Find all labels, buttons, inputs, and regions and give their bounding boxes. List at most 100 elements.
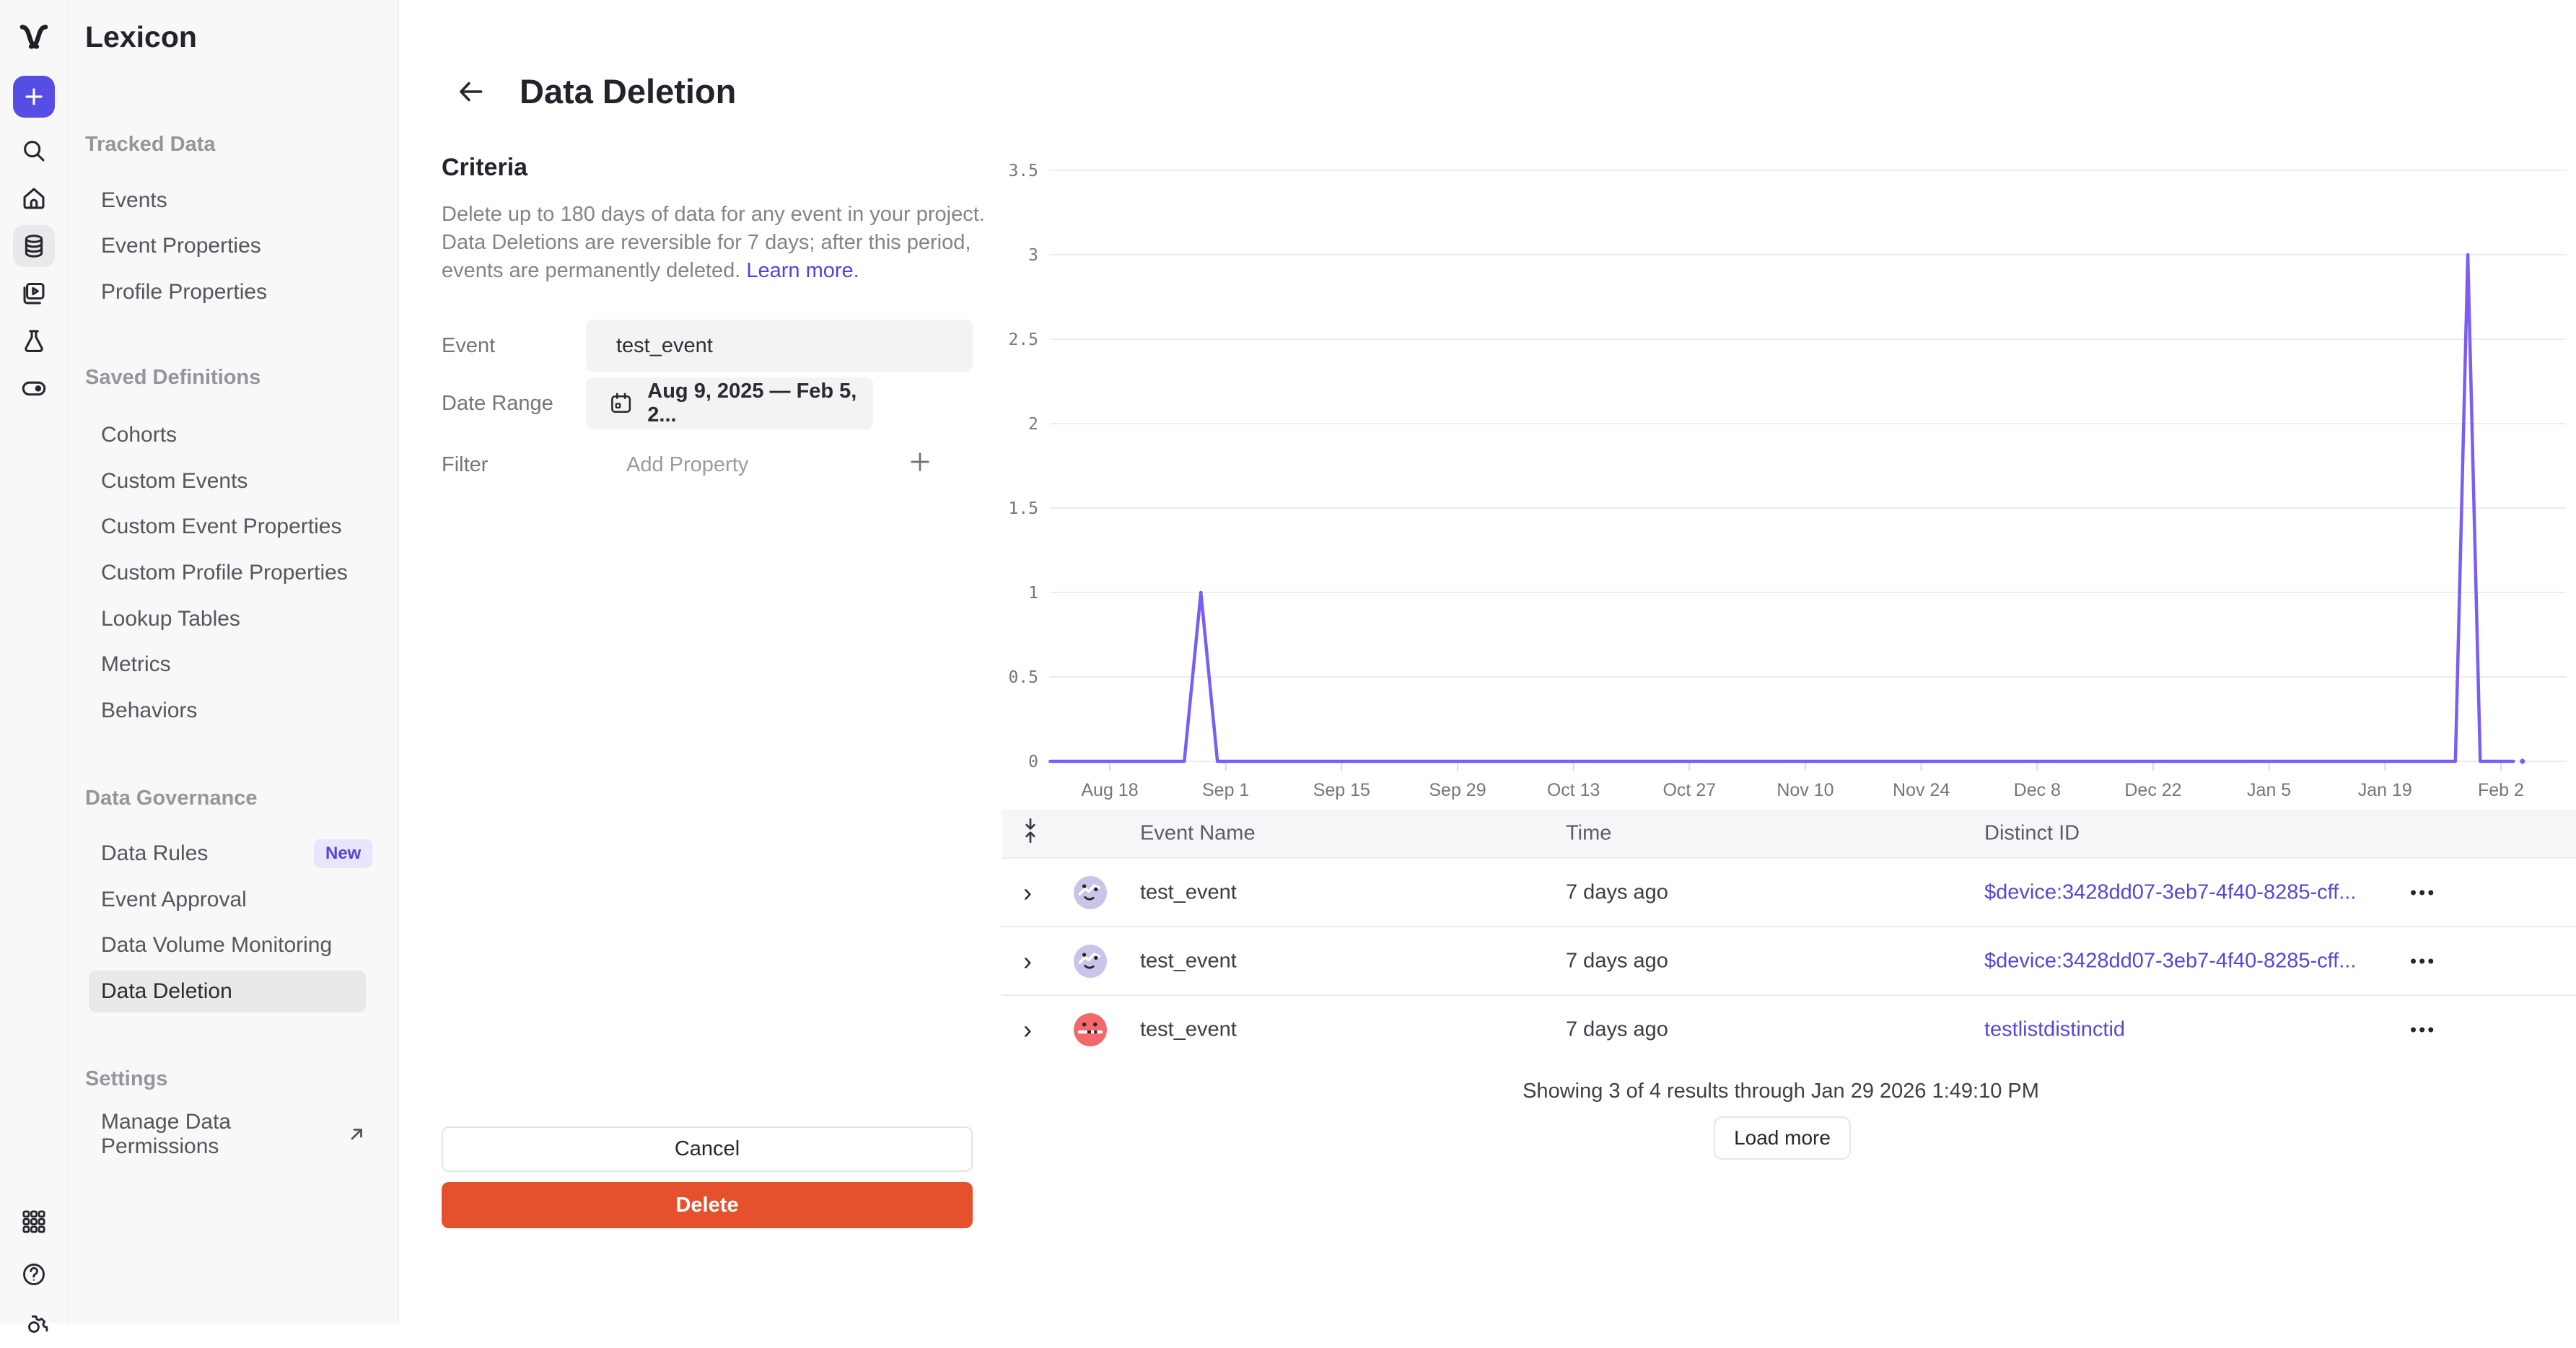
sidebar-item-data-volume-monitoring[interactable]: Data Volume Monitoring — [89, 924, 366, 966]
search-icon[interactable] — [13, 130, 55, 172]
column-header-event-name[interactable]: Event Name — [1140, 822, 1256, 846]
row-menu-icon[interactable]: ••• — [2410, 1018, 2436, 1041]
cell-distinct-id-link[interactable]: testlistdistinctid — [1984, 1017, 2125, 1041]
table-row: › test_event 7 days ago $device:3428dd07… — [1002, 857, 2576, 926]
column-header-time[interactable]: Time — [1566, 822, 1611, 846]
svg-text:Oct 27: Oct 27 — [1662, 780, 1716, 800]
cell-distinct-id-link[interactable]: $device:3428dd07-3eb7-4f40-8285-cff... — [1984, 880, 2356, 904]
help-icon[interactable] — [13, 1253, 55, 1295]
boards-video-icon[interactable] — [13, 273, 55, 315]
svg-text:Feb 2: Feb 2 — [2478, 780, 2524, 800]
events-table: Event Name Time Distinct ID › test_event… — [1002, 810, 2576, 1063]
page-title: Data Deletion — [520, 71, 736, 111]
svg-text:3.5: 3.5 — [1008, 162, 1038, 180]
sidebar-item-metrics[interactable]: Metrics — [89, 644, 366, 686]
lexicon-data-icon[interactable] — [13, 225, 55, 267]
criteria-description: Delete up to 180 days of data for any ev… — [442, 201, 990, 285]
mixpanel-logo-icon[interactable] — [13, 16, 55, 58]
section-saved-definitions: Saved Definitions — [85, 366, 260, 390]
svg-text:1: 1 — [1028, 584, 1038, 603]
cell-time: 7 days ago — [1566, 880, 1668, 904]
svg-text:Aug 18: Aug 18 — [1081, 780, 1138, 800]
sidebar-item-data-rules[interactable]: Data Rules New — [89, 833, 366, 875]
calendar-icon — [609, 390, 633, 416]
row-menu-icon[interactable]: ••• — [2410, 950, 2436, 972]
svg-text:Nov 24: Nov 24 — [1893, 780, 1950, 800]
svg-text:Jan 19: Jan 19 — [2358, 780, 2412, 800]
cell-event-name: test_event — [1140, 949, 1237, 973]
svg-text:Sep 15: Sep 15 — [1313, 780, 1370, 800]
table-row: › test_event 7 days ago testlistdistinct… — [1002, 994, 2576, 1063]
section-data-governance: Data Governance — [85, 787, 258, 810]
column-header-distinct-id[interactable]: Distinct ID — [1984, 822, 2080, 846]
sidebar-item-data-deletion[interactable]: Data Deletion — [89, 971, 366, 1012]
event-trend-chart: 00.511.522.533.5Aug 18Sep 1Sep 15Sep 29O… — [1002, 144, 2576, 816]
sidebar-item-custom-profile-properties[interactable]: Custom Profile Properties — [89, 552, 366, 594]
cell-distinct-id-link[interactable]: $device:3428dd07-3eb7-4f40-8285-cff... — [1984, 949, 2356, 973]
avatar — [1074, 876, 1107, 909]
sidebar-item-event-approval[interactable]: Event Approval — [89, 879, 366, 921]
svg-text:3: 3 — [1028, 246, 1038, 265]
cell-time: 7 days ago — [1566, 949, 1668, 973]
svg-text:Oct 13: Oct 13 — [1547, 780, 1600, 800]
home-icon[interactable] — [13, 178, 55, 219]
sidebar-item-cohorts[interactable]: Cohorts — [89, 414, 366, 456]
apps-grid-icon[interactable] — [13, 1201, 55, 1243]
feature-flags-toggle-icon[interactable] — [13, 368, 55, 410]
event-select[interactable]: test_event — [586, 320, 973, 372]
section-settings: Settings — [85, 1067, 167, 1091]
experiments-flask-icon[interactable] — [13, 320, 55, 362]
settings-gear-icon[interactable] — [13, 1306, 55, 1348]
filter-field-label: Filter — [442, 453, 488, 477]
sidebar-item-lookup-tables[interactable]: Lookup Tables — [89, 598, 366, 640]
svg-text:2: 2 — [1028, 415, 1038, 434]
expand-row-icon[interactable]: › — [1023, 948, 1032, 974]
back-button[interactable] — [453, 74, 488, 109]
create-plus-button[interactable] — [13, 76, 55, 118]
svg-text:0: 0 — [1028, 753, 1038, 771]
row-menu-icon[interactable]: ••• — [2410, 881, 2436, 903]
cell-event-name: test_event — [1140, 880, 1237, 904]
section-tracked-data: Tracked Data — [85, 133, 216, 157]
svg-text:1.5: 1.5 — [1008, 499, 1038, 518]
load-more-button[interactable]: Load more — [1714, 1116, 1851, 1160]
sidebar-item-custom-event-properties[interactable]: Custom Event Properties — [89, 506, 366, 548]
table-header-row: Event Name Time Distinct ID — [1002, 810, 2576, 857]
sidebar-item-events[interactable]: Events — [89, 180, 366, 222]
sidebar-item-manage-data-permissions[interactable]: Manage Data Permissions — [89, 1113, 366, 1155]
avatar — [1074, 945, 1107, 978]
sidebar-item-custom-events[interactable]: Custom Events — [89, 460, 366, 502]
sort-icon[interactable] — [1020, 815, 1041, 852]
add-property-button[interactable]: Add Property — [626, 453, 748, 477]
event-field-label: Event — [442, 334, 495, 358]
table-row: › test_event 7 days ago $device:3428dd07… — [1002, 926, 2576, 994]
svg-text:Nov 10: Nov 10 — [1777, 780, 1834, 800]
line-chart-svg: 00.511.522.533.5Aug 18Sep 1Sep 15Sep 29O… — [1002, 144, 2576, 816]
expand-row-icon[interactable]: › — [1023, 880, 1032, 906]
add-filter-plus-icon[interactable] — [904, 446, 936, 478]
date-range-picker[interactable]: Aug 9, 2025 — Feb 5, 2... — [586, 377, 873, 429]
lexicon-sidebar: Lexicon Tracked Data Events Event Proper… — [69, 0, 399, 1323]
criteria-heading: Criteria — [442, 154, 527, 182]
cell-time: 7 days ago — [1566, 1017, 1668, 1041]
avatar — [1074, 1013, 1107, 1046]
date-range-field-label: Date Range — [442, 392, 553, 416]
learn-more-link[interactable]: Learn more. — [746, 259, 859, 282]
sidebar-item-event-properties[interactable]: Event Properties — [89, 225, 366, 267]
results-summary: Showing 3 of 4 results through Jan 29 20… — [1002, 1080, 2560, 1103]
svg-text:Sep 29: Sep 29 — [1429, 780, 1486, 800]
sidebar-title: Lexicon — [85, 20, 197, 54]
svg-text:Jan 5: Jan 5 — [2247, 780, 2291, 800]
delete-button[interactable]: Delete — [442, 1182, 973, 1228]
svg-text:Dec 22: Dec 22 — [2124, 780, 2181, 800]
svg-text:0.5: 0.5 — [1008, 668, 1038, 687]
cancel-button[interactable]: Cancel — [442, 1126, 973, 1172]
sidebar-item-behaviors[interactable]: Behaviors — [89, 690, 366, 732]
svg-text:2.5: 2.5 — [1008, 331, 1038, 349]
new-badge: New — [314, 839, 372, 868]
expand-row-icon[interactable]: › — [1023, 1017, 1032, 1043]
icon-rail — [0, 0, 69, 1323]
external-link-icon — [347, 1125, 366, 1144]
svg-text:Dec 8: Dec 8 — [2014, 780, 2061, 800]
sidebar-item-profile-properties[interactable]: Profile Properties — [89, 271, 366, 313]
